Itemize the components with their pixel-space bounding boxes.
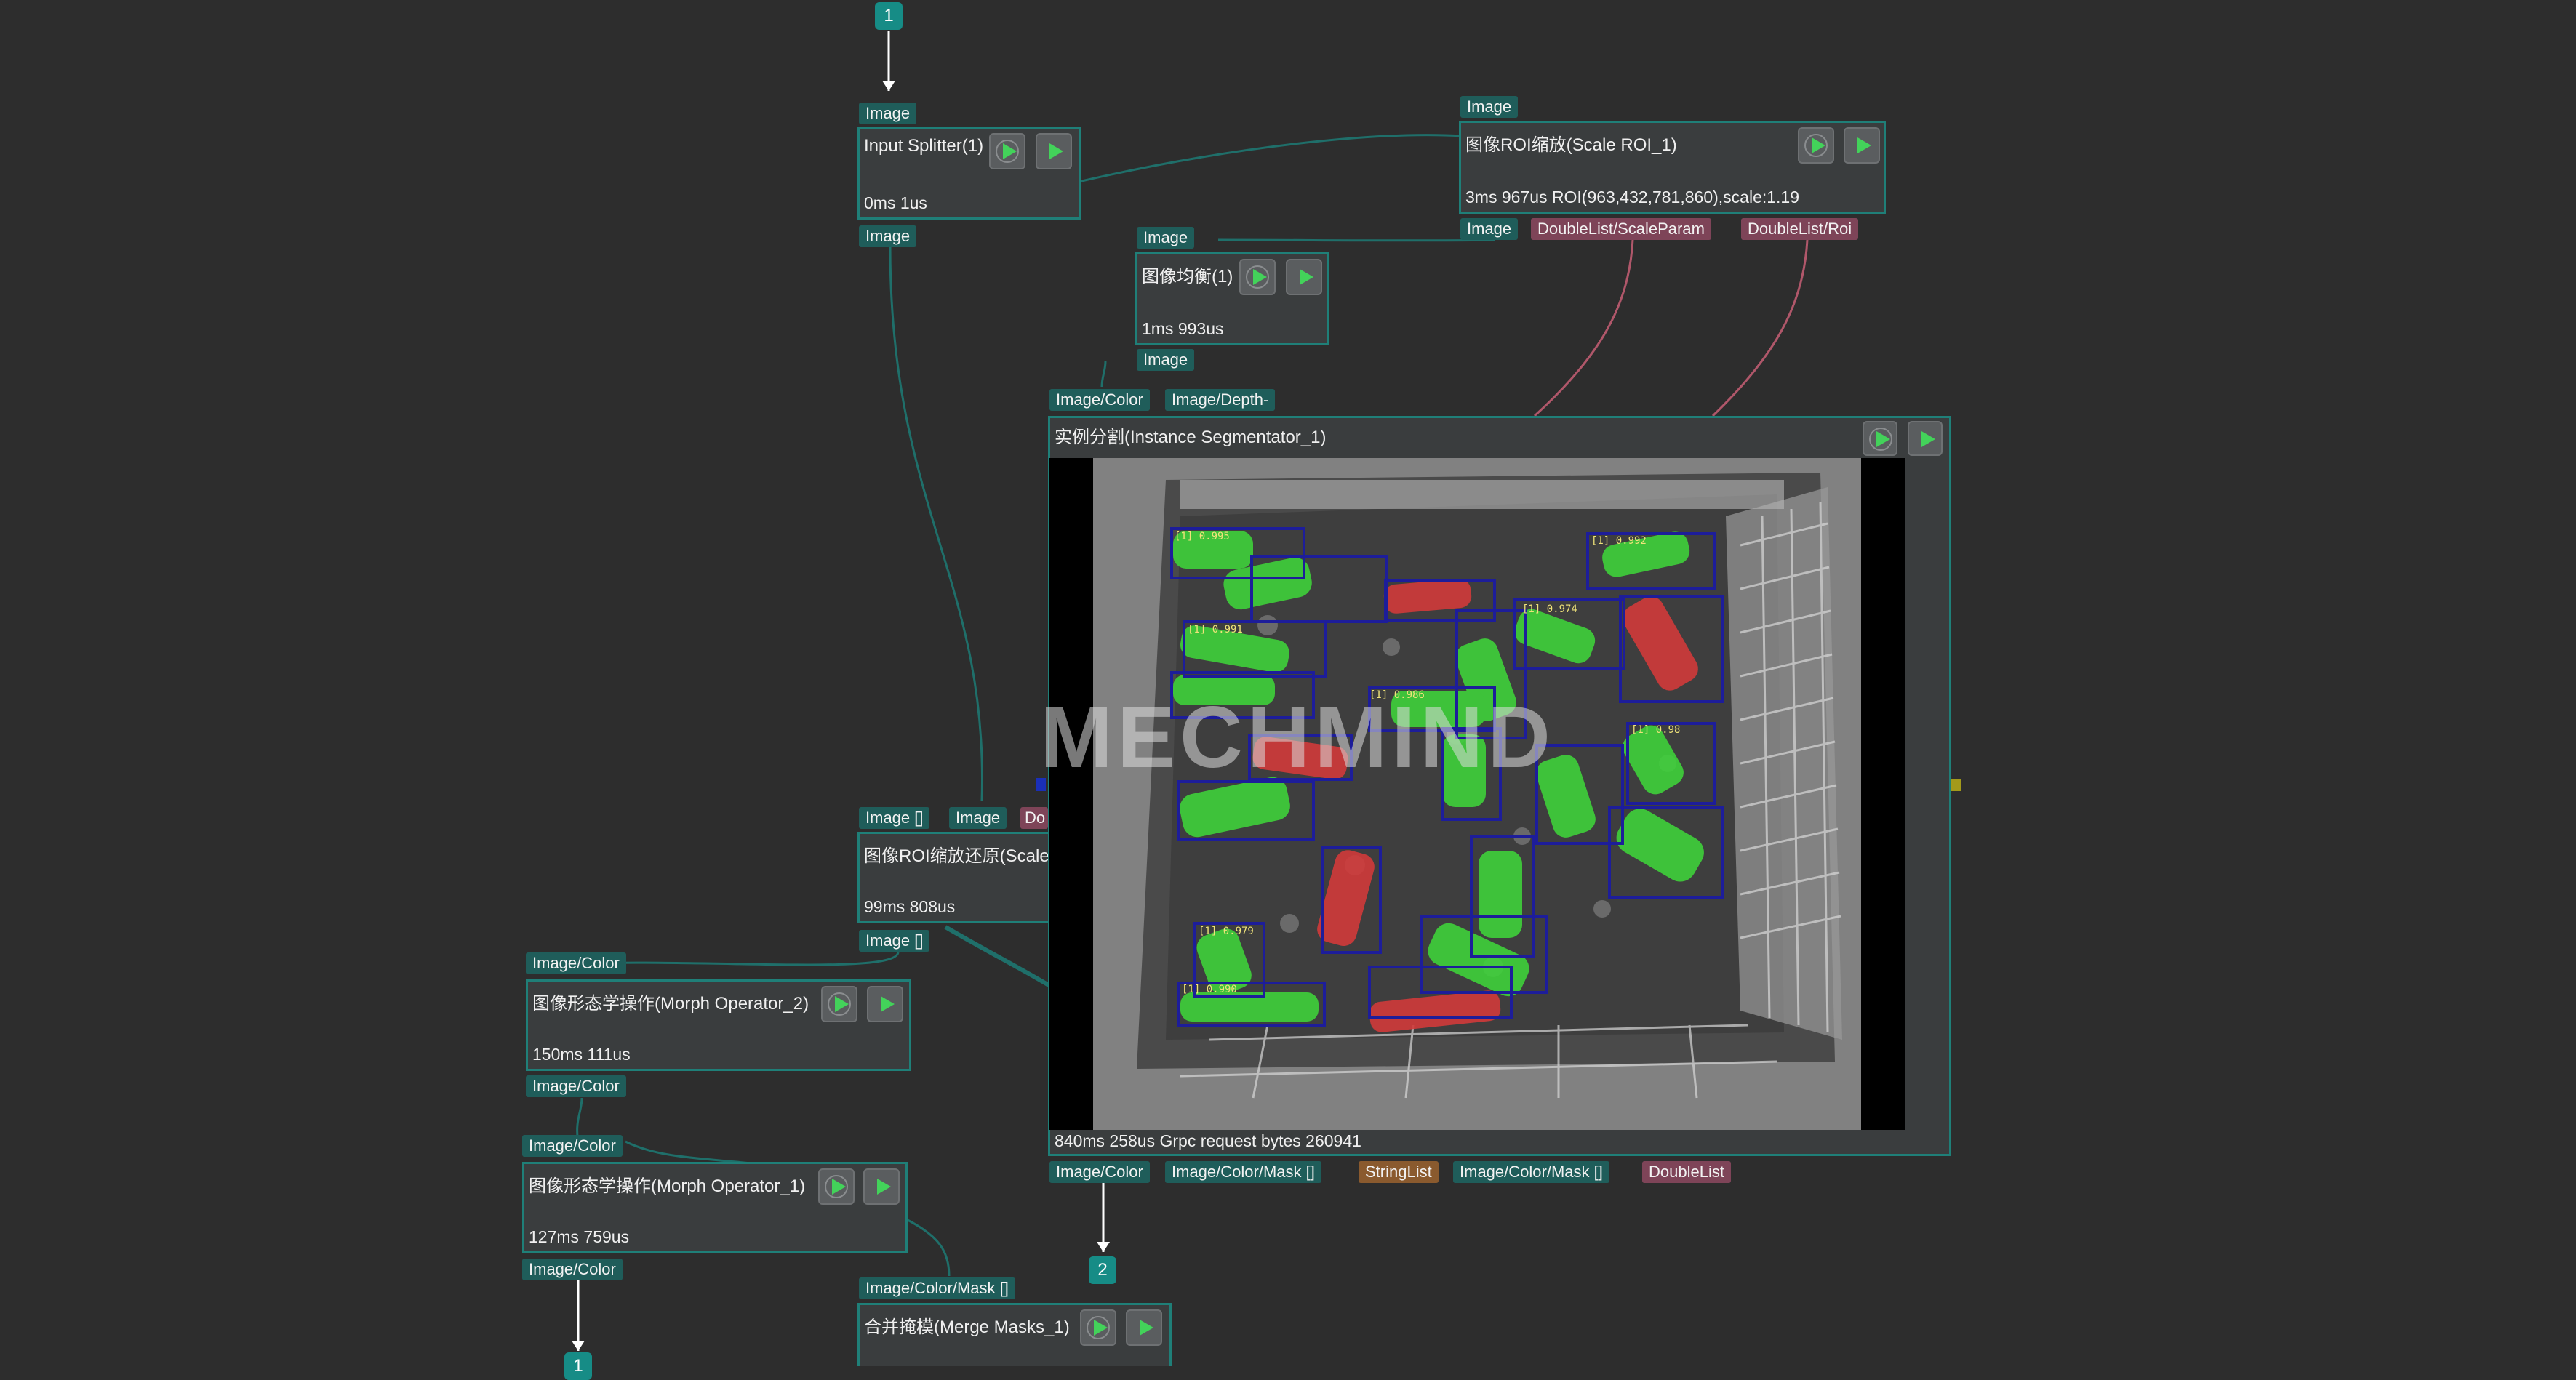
morph1-out-port[interactable]: Image/Color bbox=[522, 1259, 623, 1280]
flow-output-badge[interactable]: 2 bbox=[1089, 1256, 1116, 1284]
run-to-here-button[interactable] bbox=[1908, 421, 1943, 456]
play-icon bbox=[881, 996, 895, 1012]
morph2-node[interactable]: 图像形态学操作(Morph Operator_2) 150ms 111us bbox=[526, 979, 911, 1071]
play-icon bbox=[835, 996, 849, 1012]
run-step-button[interactable] bbox=[1798, 127, 1834, 164]
scale-roi-node[interactable]: 图像ROI缩放(Scale ROI_1) 3ms 967us ROI(963,4… bbox=[1459, 121, 1886, 214]
scale-roi-out-scaleparam[interactable]: DoubleList/ScaleParam bbox=[1531, 218, 1711, 240]
svg-text:[1] 0.995: [1] 0.995 bbox=[1175, 531, 1230, 542]
play-icon bbox=[832, 1179, 846, 1195]
segmentator-in-depth[interactable]: Image/Depth- bbox=[1165, 389, 1276, 411]
node-time: 150ms 111us bbox=[532, 1045, 631, 1064]
svg-text:[1] 0.974: [1] 0.974 bbox=[1522, 603, 1577, 615]
run-step-button[interactable] bbox=[1863, 421, 1897, 456]
input-splitter-in-port[interactable]: Image bbox=[859, 103, 917, 124]
run-to-here-button[interactable] bbox=[1286, 259, 1322, 295]
segmentator-out-mask[interactable]: Image/Color/Mask [] bbox=[1165, 1161, 1321, 1183]
svg-text:[1] 0.991: [1] 0.991 bbox=[1188, 624, 1243, 635]
balance-out-port[interactable]: Image bbox=[1137, 349, 1195, 371]
run-step-button[interactable] bbox=[1080, 1309, 1116, 1346]
scale-roi-out-image[interactable]: Image bbox=[1460, 218, 1519, 240]
node-title: 图像ROI缩放(Scale ROI_1) bbox=[1465, 135, 1677, 155]
play-icon bbox=[1049, 143, 1063, 159]
play-icon bbox=[1300, 269, 1313, 285]
connector-handle[interactable] bbox=[1036, 778, 1046, 791]
merge-in-port[interactable]: Image/Color/Mask [] bbox=[859, 1277, 1015, 1299]
scale-roi-out-roi[interactable]: DoubleList/Roi bbox=[1741, 218, 1859, 240]
node-title: 图像ROI缩放还原(Scale bbox=[864, 846, 1048, 866]
segmentator-in-color[interactable]: Image/Color bbox=[1049, 389, 1150, 411]
play-icon bbox=[1857, 137, 1871, 153]
node-time: 3ms 967us ROI(963,432,781,860),scale:1.1… bbox=[1465, 188, 1800, 206]
segmentator-out-mask-2[interactable]: Image/Color/Mask [] bbox=[1453, 1161, 1609, 1183]
run-to-here-button[interactable] bbox=[1844, 127, 1880, 164]
svg-text:[1] 0.979: [1] 0.979 bbox=[1199, 926, 1254, 937]
svg-text:[1] 0.98: [1] 0.98 bbox=[1631, 724, 1680, 736]
svg-text:[1] 0.990: [1] 0.990 bbox=[1182, 984, 1237, 995]
segmentation-preview-image: [1] 0.995 [1] 0.992 [1] 0.991[1] 0.986 [1… bbox=[1049, 458, 1905, 1130]
play-icon bbox=[1812, 137, 1825, 153]
node-time: 127ms 759us bbox=[529, 1227, 630, 1246]
run-step-button[interactable] bbox=[989, 133, 1025, 169]
balance-node[interactable]: 图像均衡(1) 1ms 993us bbox=[1135, 252, 1329, 345]
connector-handle[interactable] bbox=[1951, 779, 1961, 791]
scale-restore-in-images[interactable]: Image [] bbox=[859, 807, 930, 829]
segmentator-out-color[interactable]: Image/Color bbox=[1049, 1161, 1150, 1183]
morph1-node[interactable]: 图像形态学操作(Morph Operator_1) 127ms 759us bbox=[522, 1162, 908, 1253]
merge-node[interactable]: 合并掩模(Merge Masks_1) bbox=[857, 1303, 1172, 1366]
node-title: 图像形态学操作(Morph Operator_2) bbox=[532, 994, 809, 1014]
segmentator-out-stringlist[interactable]: StringList bbox=[1359, 1161, 1439, 1183]
play-icon bbox=[1876, 431, 1890, 447]
node-time: 99ms 808us bbox=[864, 897, 956, 916]
node-time: 1ms 993us bbox=[1142, 319, 1224, 338]
watermark-logo: MECHMIND bbox=[1040, 689, 1555, 786]
node-title: 合并掩模(Merge Masks_1) bbox=[864, 1317, 1070, 1337]
input-splitter-out-port[interactable]: Image bbox=[859, 225, 917, 247]
node-time: 840ms 258us Grpc request bytes 260941 bbox=[1055, 1131, 1361, 1150]
morph2-out-port[interactable]: Image/Color bbox=[526, 1075, 626, 1097]
play-icon bbox=[1003, 143, 1017, 159]
scale-restore-out-port[interactable]: Image [] bbox=[859, 930, 930, 952]
scale-roi-in-port[interactable]: Image bbox=[1460, 96, 1519, 118]
scale-restore-node[interactable]: 图像ROI缩放还原(Scale 99ms 808us bbox=[857, 832, 1048, 923]
node-time: 0ms 1us bbox=[864, 193, 927, 212]
morph1-in-port[interactable]: Image/Color bbox=[522, 1135, 623, 1157]
play-icon bbox=[877, 1179, 891, 1195]
node-title: 实例分割(Instance Segmentator_1) bbox=[1055, 428, 1327, 447]
segmentator-out-doublelist[interactable]: DoubleList bbox=[1642, 1161, 1731, 1183]
node-title: 图像形态学操作(Morph Operator_1) bbox=[529, 1176, 806, 1196]
run-step-button[interactable] bbox=[818, 1168, 855, 1205]
flow-input-badge[interactable]: 1 bbox=[875, 2, 903, 30]
scale-restore-in-image[interactable]: Image bbox=[949, 807, 1007, 829]
play-icon bbox=[1253, 269, 1267, 285]
run-to-here-button[interactable] bbox=[863, 1168, 900, 1205]
morph2-in-port[interactable]: Image/Color bbox=[526, 952, 626, 974]
play-icon bbox=[1094, 1320, 1108, 1336]
svg-text:[1] 0.992: [1] 0.992 bbox=[1591, 535, 1647, 547]
run-to-here-button[interactable] bbox=[1036, 133, 1072, 169]
run-step-button[interactable] bbox=[821, 986, 857, 1022]
play-icon bbox=[1140, 1320, 1153, 1336]
run-to-here-button[interactable] bbox=[867, 986, 903, 1022]
run-to-here-button[interactable] bbox=[1126, 1309, 1162, 1346]
scale-restore-in-doublelist[interactable]: Do bbox=[1020, 807, 1048, 829]
run-step-button[interactable] bbox=[1239, 259, 1276, 295]
node-title: Input Splitter(1) bbox=[864, 136, 984, 156]
balance-in-port[interactable]: Image bbox=[1137, 227, 1195, 249]
pipeline-canvas[interactable]: 1 Image Input Splitter(1) 0ms 1us Image … bbox=[0, 0, 2576, 1380]
play-icon bbox=[1921, 431, 1935, 447]
node-title: 图像均衡(1) bbox=[1142, 267, 1233, 286]
input-splitter-node[interactable]: Input Splitter(1) 0ms 1us bbox=[857, 127, 1081, 220]
flow-output-badge-bottom[interactable]: 1 bbox=[564, 1352, 592, 1380]
